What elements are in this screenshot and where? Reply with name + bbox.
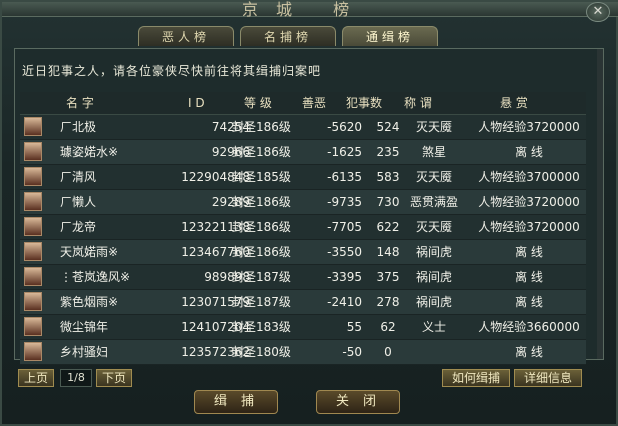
header-level: 等 级	[244, 96, 272, 110]
notice-text: 近日犯事之人，请各位豪侠尽快前往将其缉捕归案吧	[22, 64, 322, 78]
avatar	[24, 317, 42, 336]
player-name: 微尘锦年	[60, 320, 109, 334]
tab-villains[interactable]: 恶人榜	[138, 26, 234, 46]
details-button[interactable]: 详细信息	[514, 369, 582, 387]
wanted-table: 名 字 I D 等 级 善恶 犯事数 称 谓 悬 赏 ㄏ北极 74254 封圣186…	[20, 92, 586, 365]
header-id: I D	[188, 96, 205, 110]
reward-value: 人物经验3720000	[478, 195, 580, 209]
player-name: ⋮苍岚逸风※	[60, 270, 131, 284]
prev-page-button[interactable]: 上页	[18, 369, 54, 387]
player-title: 灭天魇	[415, 170, 452, 184]
avatar	[24, 242, 42, 261]
player-name: ㄏ北极	[60, 120, 97, 134]
player-name: 紫色烟雨※	[60, 295, 119, 309]
good-evil-value: -9735	[327, 195, 362, 209]
reward-value: 人物经验3720000	[478, 120, 580, 134]
avatar	[24, 167, 42, 186]
catch-button[interactable]: 缉捕	[194, 390, 278, 414]
table-row[interactable]: ㄏ懒人 29289 封圣186级 -9735 730 恶贯满盈 人物经验3720000	[20, 190, 586, 215]
player-level: 封圣186级	[232, 245, 291, 259]
player-title: 恶贯满盈	[409, 195, 458, 209]
good-evil-value: -2410	[327, 295, 362, 309]
player-level: 封圣180级	[232, 345, 291, 359]
header-good-evil: 善恶	[302, 96, 327, 110]
reward-value: 离 线	[515, 245, 543, 259]
reward-value: 离 线	[515, 295, 543, 309]
reward-value: 人物经验3660000	[478, 320, 580, 334]
avatar	[24, 117, 42, 136]
player-name: ㄏ龙帝	[60, 220, 97, 234]
player-name: ㄏ懒人	[60, 195, 97, 209]
title-bar: 京城 榜	[2, 0, 618, 19]
tab-constables[interactable]: 名捕榜	[240, 26, 336, 46]
close-icon[interactable]: ✕	[586, 2, 610, 22]
player-title: 祸间虎	[415, 270, 452, 284]
avatar	[24, 217, 42, 236]
good-evil-value: -5620	[327, 120, 362, 134]
table-row[interactable]: ㄏ龙帝 123221138 封圣186级 -7705 622 灭天魇 人物经验3720000	[20, 215, 586, 240]
player-name: 乡村骚妇	[60, 345, 109, 359]
header-name: 名 字	[66, 96, 94, 110]
avatar	[24, 192, 42, 211]
player-level: 封圣186级	[232, 220, 291, 234]
window-title: 京城 榜	[242, 0, 368, 19]
avatar	[24, 142, 42, 161]
page-indicator: 1/8	[60, 369, 92, 387]
player-name: 天岚婼雨※	[60, 245, 119, 259]
table-row[interactable]: ㄏ北极 74254 封圣186级 -5620 524 灭天魇 人物经验3720000	[20, 115, 586, 140]
next-page-button[interactable]: 下页	[96, 369, 132, 387]
good-evil-value: -7705	[327, 220, 362, 234]
table-row[interactable]: 乡村骚妇 123572362 封圣180级 -50 0 离 线	[20, 340, 586, 365]
player-title: 祸间虎	[415, 295, 452, 309]
table-row[interactable]: ㄏ清风 122904848 封圣185级 -6135 583 灭天魇 人物经验3700000	[20, 165, 586, 190]
table-row[interactable]: 紫色烟雨※ 123071579 封圣187级 -2410 278 祸间虎离 线	[20, 290, 586, 315]
good-evil-value: -1625	[327, 145, 362, 159]
table-row[interactable]: 天岚婼雨※ 123467760 封圣186级 -3550 148 祸间虎离 线	[20, 240, 586, 265]
table-header: 名 字 I D 等 级 善恶 犯事数 称 谓 悬 赏	[20, 92, 586, 115]
player-title: 灭天魇	[415, 220, 452, 234]
player-title: 义士	[421, 320, 446, 334]
player-name: ㄏ清风	[60, 170, 97, 184]
tab-wanted[interactable]: 通缉榜	[342, 26, 438, 46]
player-title: 灭天魇	[415, 120, 452, 134]
good-evil-value: -3550	[327, 245, 362, 259]
good-evil-value: -50	[342, 345, 362, 359]
table-row[interactable]: 微尘锦年 124107204 封圣183级 55 62 义士 人物经验3660000	[20, 315, 586, 340]
player-level: 封圣187级	[232, 295, 291, 309]
player-level: 封圣185级	[232, 170, 291, 184]
header-title: 称 谓	[404, 96, 432, 110]
player-level: 封圣187级	[232, 270, 291, 284]
scrollbar[interactable]	[597, 49, 603, 359]
header-reward: 悬 赏	[500, 96, 528, 110]
good-evil-value: -3395	[327, 270, 362, 284]
player-level: 封圣186级	[232, 195, 291, 209]
good-evil-value: 55	[346, 320, 362, 334]
table-row[interactable]: 璩姿婼水※ 92966 封圣186级 -1625 235 煞星离 线	[20, 140, 586, 165]
player-title: 祸间虎	[415, 245, 452, 259]
table-body: ㄏ北极 74254 封圣186级 -5620 524 灭天魇 人物经验3720000 璩姿婼水…	[20, 115, 586, 365]
reward-value: 人物经验3720000	[478, 220, 580, 234]
player-name: 璩姿婼水※	[60, 145, 119, 159]
close-button[interactable]: 关闭	[316, 390, 400, 414]
player-level: 封圣186级	[232, 120, 291, 134]
good-evil-value: -6135	[327, 170, 362, 184]
player-level: 封圣186级	[232, 145, 291, 159]
table-row[interactable]: ⋮苍岚逸风※ 989898 封圣187级 -3395 375 祸间虎离 线	[20, 265, 586, 290]
reward-value: 离 线	[515, 345, 543, 359]
reward-value: 人物经验3700000	[478, 170, 580, 184]
reward-value: 离 线	[515, 270, 543, 284]
player-level: 封圣183级	[232, 320, 291, 334]
crime-count: 0	[384, 345, 392, 359]
avatar	[24, 267, 42, 286]
player-title: 煞星	[421, 145, 446, 159]
avatar	[24, 292, 42, 311]
reward-value: 离 线	[515, 145, 543, 159]
header-crimes: 犯事数	[346, 96, 383, 110]
avatar	[24, 342, 42, 361]
how-to-catch-button[interactable]: 如何缉捕	[442, 369, 510, 387]
